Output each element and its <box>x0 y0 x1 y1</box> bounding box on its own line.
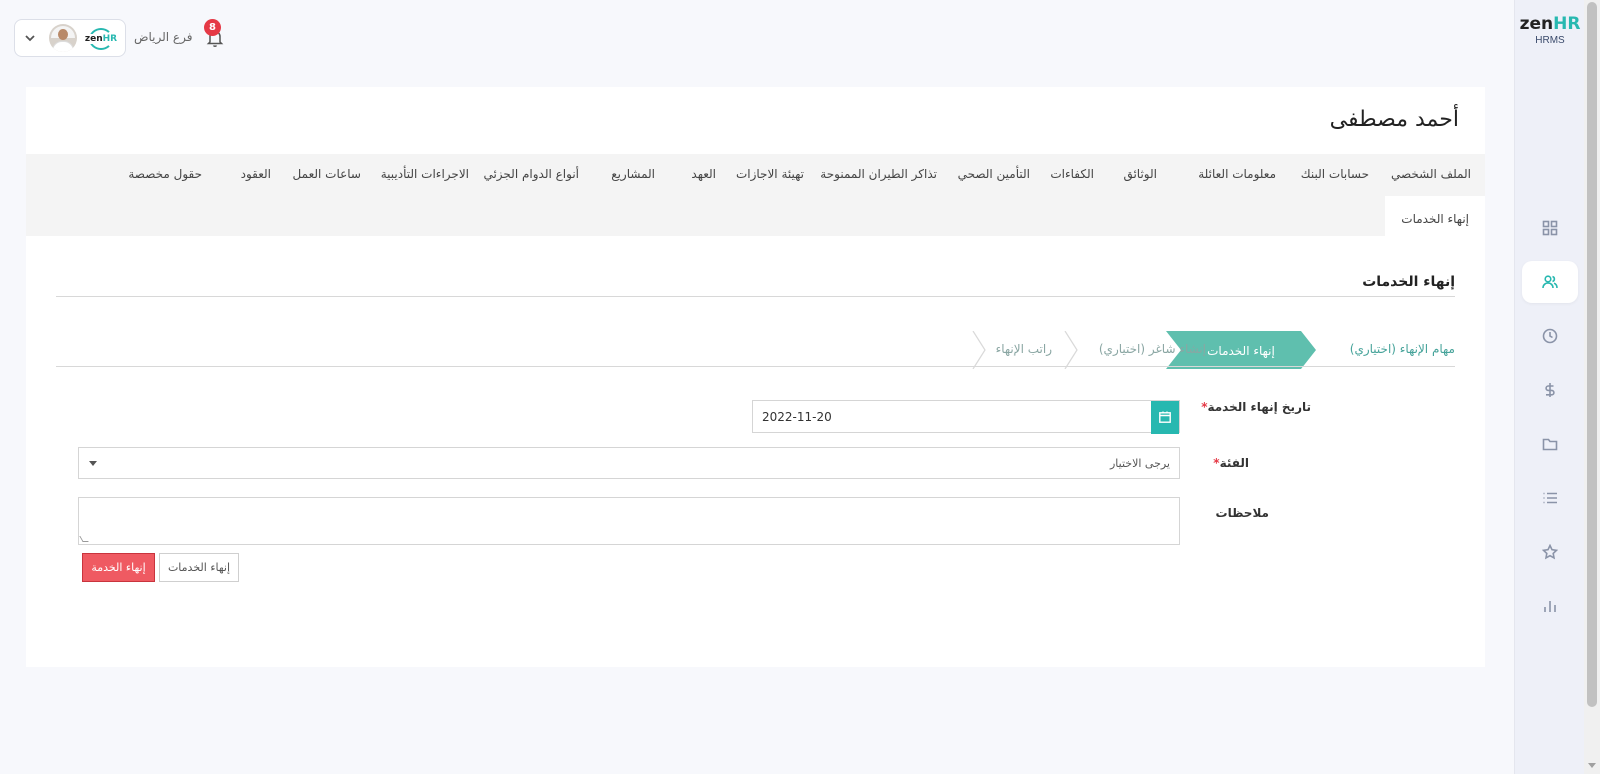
notes-textarea[interactable] <box>78 497 1180 545</box>
logo-text-zen: zen <box>1519 14 1554 34</box>
tab-contracts[interactable]: العقود <box>241 167 271 181</box>
nav-dashboard[interactable] <box>1529 207 1571 249</box>
branch-name[interactable]: فرع الرياض <box>134 30 192 44</box>
tab-projects[interactable]: المشاريع <box>611 167 655 181</box>
scroll-down-arrow[interactable] <box>1588 763 1596 768</box>
logo-text-hr: HR <box>1553 14 1581 34</box>
end-date-value: 2022-11-20 <box>762 410 832 424</box>
tab-part-time-types[interactable]: أنواع الدوام الجزئي <box>483 167 579 181</box>
tab-disciplinary[interactable]: الاجراءات التأديبية <box>381 167 469 181</box>
category-select[interactable]: يرجى الاختيار <box>78 447 1180 479</box>
nav-attendance[interactable] <box>1529 315 1571 357</box>
nav-documents[interactable] <box>1529 423 1571 465</box>
dollar-icon <box>1545 383 1555 397</box>
company-logo: zenHR <box>83 28 119 50</box>
wizard-step-vacancy[interactable]: إنشاء شاغر (اختياري) <box>1099 342 1206 356</box>
end-date-label: تاريخ إنهاء الخدمة* <box>1201 400 1311 414</box>
section-title: إنهاء الخدمات <box>1362 274 1455 290</box>
step-separator-icon <box>972 330 986 370</box>
nav-requests[interactable] <box>1529 477 1571 519</box>
tab-work-hours[interactable]: ساعات العمل <box>293 167 361 181</box>
nav-reports[interactable] <box>1529 585 1571 627</box>
page-scrollbar[interactable] <box>1584 0 1600 774</box>
notification-badge: 8 <box>204 19 221 36</box>
wizard-step-end-service-label: إنهاء الخدمات <box>1207 344 1275 358</box>
step-separator-icon <box>1064 330 1078 370</box>
company-logo-hr: HR <box>102 34 118 44</box>
company-logo-zen: zen <box>84 34 103 44</box>
list-icon <box>1543 492 1557 504</box>
folder-icon <box>1542 438 1558 451</box>
sidebar: zenHR HRMS <box>1514 0 1584 774</box>
end-date-label-text: تاريخ إنهاء الخدمة <box>1207 400 1311 414</box>
wizard-step-tasks[interactable]: مهام الإنهاء (اختياري) <box>1350 342 1455 356</box>
avatar <box>49 24 77 52</box>
tab-profile[interactable]: الملف الشخصي <box>1391 167 1471 181</box>
logo-subtitle: HRMS <box>1535 35 1565 46</box>
employee-card: أحمد مصطفى الملف الشخصي حسابات البنك معل… <box>26 87 1485 667</box>
end-service-button[interactable]: إنهاء الخدمة <box>82 553 155 582</box>
divider <box>56 296 1455 297</box>
calendar-button[interactable] <box>1151 401 1179 434</box>
wizard-step-final-salary[interactable]: راتب الإنهاء <box>996 342 1052 356</box>
tab-custom-fields[interactable]: حقول مخصصة <box>128 167 202 181</box>
employee-name: أحمد مصطفى <box>1329 107 1459 132</box>
tab-custody[interactable]: العهد <box>691 167 716 181</box>
users-icon <box>1542 275 1558 289</box>
category-label: الفئة* <box>1213 456 1249 470</box>
tab-leave-setup[interactable]: تهيئة الاجازات <box>736 167 804 181</box>
nav-performance[interactable] <box>1529 531 1571 573</box>
end-date-field[interactable]: 2022-11-20 <box>752 400 1180 434</box>
nav-payroll[interactable] <box>1529 369 1571 411</box>
user-menu[interactable]: zenHR <box>14 19 126 57</box>
employee-tabs: الملف الشخصي حسابات البنك معلومات العائل… <box>26 154 1485 236</box>
scrollbar-thumb[interactable] <box>1587 2 1597 707</box>
wizard-divider <box>56 366 1455 367</box>
category-label-text: الفئة <box>1219 456 1249 470</box>
category-placeholder: يرجى الاختيار <box>1109 457 1170 470</box>
clock-icon <box>1542 328 1558 344</box>
resize-handle-icon[interactable] <box>79 536 89 542</box>
caret-down-icon <box>89 461 97 466</box>
tab-end-of-service[interactable]: إنهاء الخدمات <box>1385 196 1485 236</box>
calendar-icon <box>1159 411 1171 423</box>
tab-competencies[interactable]: الكفاءات <box>1050 167 1094 181</box>
chevron-down-icon[interactable] <box>23 30 37 44</box>
zenhr-logo[interactable]: zenHR HRMS <box>1515 14 1585 46</box>
nav-employees[interactable] <box>1522 261 1578 303</box>
tab-bank-accounts[interactable]: حسابات البنك <box>1301 167 1369 181</box>
star-icon <box>1542 544 1558 560</box>
end-services-button[interactable]: إنهاء الخدمات <box>159 553 239 582</box>
tab-documents[interactable]: الوثائق <box>1123 167 1157 181</box>
notes-label: ملاحظات <box>1215 506 1269 520</box>
tab-health-insurance[interactable]: التأمين الصحي <box>958 167 1030 181</box>
grid-icon <box>1542 220 1558 236</box>
tab-family-info[interactable]: معلومات العائلة <box>1198 167 1276 181</box>
tab-flight-tickets[interactable]: تذاكر الطيران الممنوحة <box>820 167 937 181</box>
bar-chart-icon <box>1544 601 1556 612</box>
